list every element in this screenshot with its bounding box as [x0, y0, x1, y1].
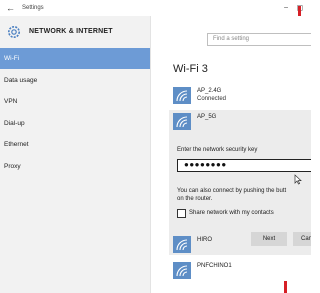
wps-info-line: on the router.	[177, 196, 213, 202]
network-name: AP_5G	[197, 114, 217, 120]
back-arrow-icon[interactable]: ←	[6, 2, 15, 14]
sidebar-item-dial-up[interactable]: Dial-up	[0, 113, 150, 134]
wifi-icon	[176, 239, 188, 251]
sidebar-item-vpn[interactable]: VPN	[0, 91, 150, 112]
security-key-input[interactable]: ●●●●●●●●	[177, 159, 311, 172]
wps-info-text: You can also connect by pushing the butt…	[177, 187, 311, 203]
sidebar: NETWORK & INTERNET Wi-Fi Data usage VPN …	[0, 16, 151, 293]
red-marker-bottom	[284, 281, 287, 293]
expanded-network-panel	[169, 110, 311, 255]
network-name: PNFCHINO1	[197, 263, 232, 269]
share-network-label: Share network with my contacts	[189, 210, 274, 216]
wifi-tile	[173, 113, 191, 130]
search-input[interactable]: Find a setting	[207, 33, 311, 46]
settings-window: ← Settings − ◻ NETWORK & INTERNET Wi-Fi …	[0, 0, 311, 293]
wifi-icon	[176, 116, 188, 128]
sidebar-item-ethernet[interactable]: Ethernet	[0, 134, 150, 155]
next-button[interactable]: Next	[251, 232, 287, 246]
sidebar-item-data-usage[interactable]: Data usage	[0, 70, 150, 91]
gear-icon	[8, 26, 20, 38]
share-network-checkbox[interactable]	[177, 209, 186, 218]
minimize-button[interactable]: −	[279, 2, 293, 14]
cancel-button[interactable]: Cance	[293, 232, 311, 246]
network-status: Connected	[197, 96, 227, 102]
window-title: Settings	[22, 5, 44, 11]
sidebar-header: NETWORK & INTERNET	[0, 16, 150, 48]
sidebar-item-proxy[interactable]: Proxy	[0, 156, 150, 177]
wps-info-line: You can also connect by pushing the butt	[177, 188, 287, 194]
page-title: Wi-Fi 3	[173, 63, 208, 75]
sidebar-item-wifi[interactable]: Wi-Fi	[0, 48, 150, 69]
wifi-tile	[173, 236, 191, 253]
wifi-tile	[173, 87, 191, 104]
wifi-icon	[176, 90, 188, 102]
wifi-icon	[176, 265, 188, 277]
window-controls: − ◻	[279, 2, 307, 14]
security-key-prompt: Enter the network security key	[177, 147, 258, 153]
network-name: AP_2.4G	[197, 88, 222, 94]
sidebar-title: NETWORK & INTERNET	[29, 28, 113, 35]
mouse-cursor-icon	[294, 174, 302, 185]
main-content: Find a setting Wi-Fi 3 AP_2.4G Connected	[151, 16, 311, 293]
title-bar: ← Settings − ◻	[0, 0, 311, 17]
wifi-tile	[173, 262, 191, 279]
network-name: HIRO	[197, 237, 212, 243]
